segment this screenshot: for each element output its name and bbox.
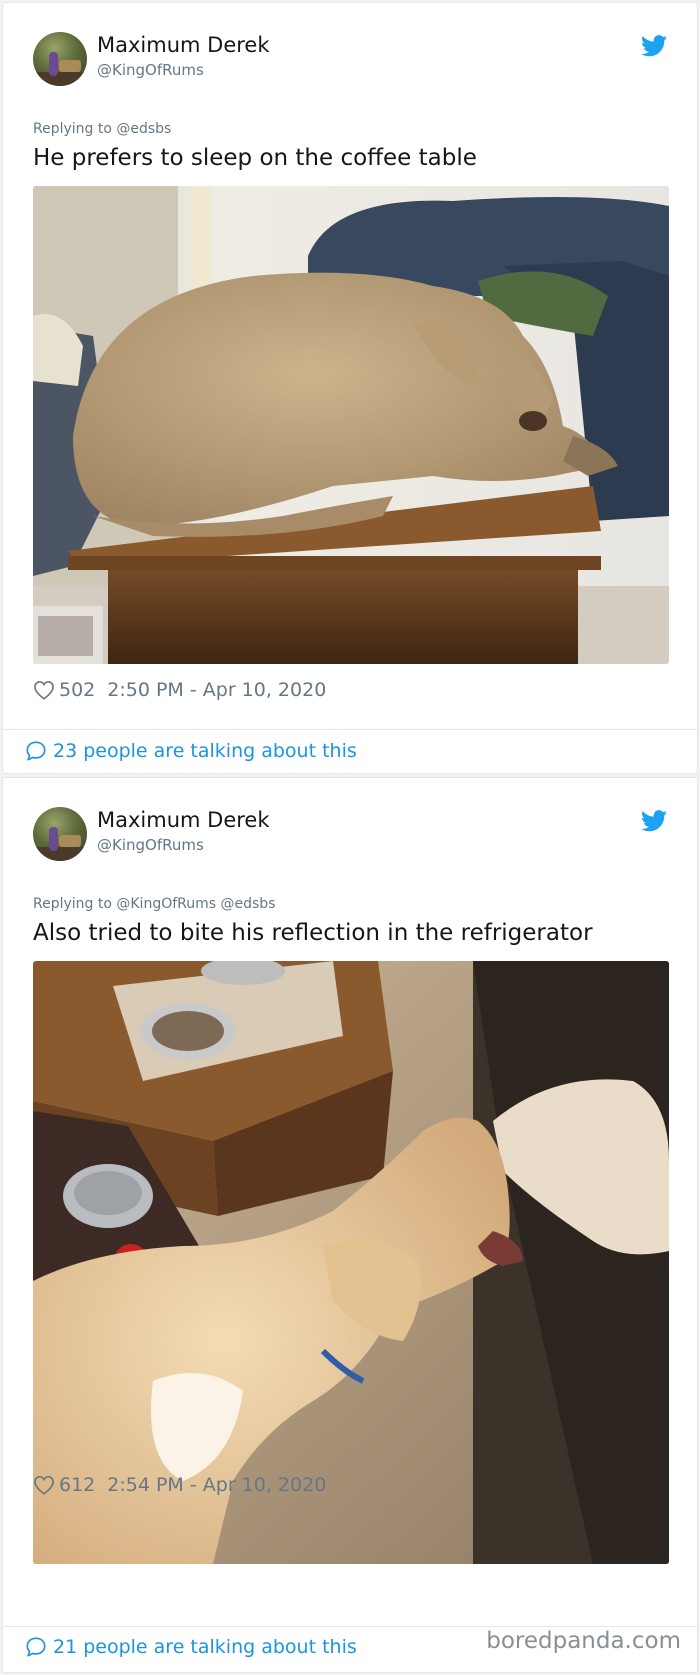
tweet-timestamp[interactable]: 2:54 PM - Apr 10, 2020 <box>107 1474 326 1496</box>
display-name[interactable]: Maximum Derek <box>97 33 270 57</box>
tweet-photo[interactable] <box>33 186 669 664</box>
heart-icon[interactable] <box>33 680 55 700</box>
tweet-meta: 502 2:50 PM - Apr 10, 2020 <box>33 679 326 701</box>
watermark: boredpanda.com <box>486 1628 681 1654</box>
tweet-meta: 612 2:54 PM - Apr 10, 2020 <box>33 1474 326 1496</box>
tweet-card: Maximum Derek @KingOfRums Replying to @e… <box>2 2 698 774</box>
display-name[interactable]: Maximum Derek <box>97 808 270 832</box>
talking-about-label[interactable]: 21 people are talking about this <box>53 1636 357 1658</box>
twitter-bird-icon[interactable] <box>641 35 667 57</box>
talking-about-label[interactable]: 23 people are talking about this <box>53 740 357 762</box>
heart-icon[interactable] <box>33 1475 55 1495</box>
replying-to[interactable]: Replying to @KingOfRums @edsbs <box>33 896 275 912</box>
like-count[interactable]: 612 <box>59 1474 95 1496</box>
user-handle[interactable]: @KingOfRums <box>97 61 204 79</box>
comment-bubble-icon <box>26 741 46 761</box>
divider <box>3 1626 697 1627</box>
avatar[interactable] <box>33 32 87 86</box>
talking-about-link[interactable]: 23 people are talking about this <box>25 740 357 762</box>
like-count[interactable]: 502 <box>59 679 95 701</box>
tweet-text: He prefers to sleep on the coffee table <box>33 145 477 171</box>
tweet-text: Also tried to bite his reflection in the… <box>33 920 593 946</box>
twitter-bird-icon[interactable] <box>641 810 667 832</box>
user-handle[interactable]: @KingOfRums <box>97 836 204 854</box>
comment-bubble-icon <box>26 1637 46 1657</box>
replying-to[interactable]: Replying to @edsbs <box>33 121 171 137</box>
tweet-card: Maximum Derek @KingOfRums Replying to @K… <box>2 777 698 1673</box>
avatar[interactable] <box>33 807 87 861</box>
talking-about-link[interactable]: 21 people are talking about this <box>25 1636 357 1658</box>
divider <box>3 729 697 730</box>
tweet-timestamp[interactable]: 2:50 PM - Apr 10, 2020 <box>107 679 326 701</box>
